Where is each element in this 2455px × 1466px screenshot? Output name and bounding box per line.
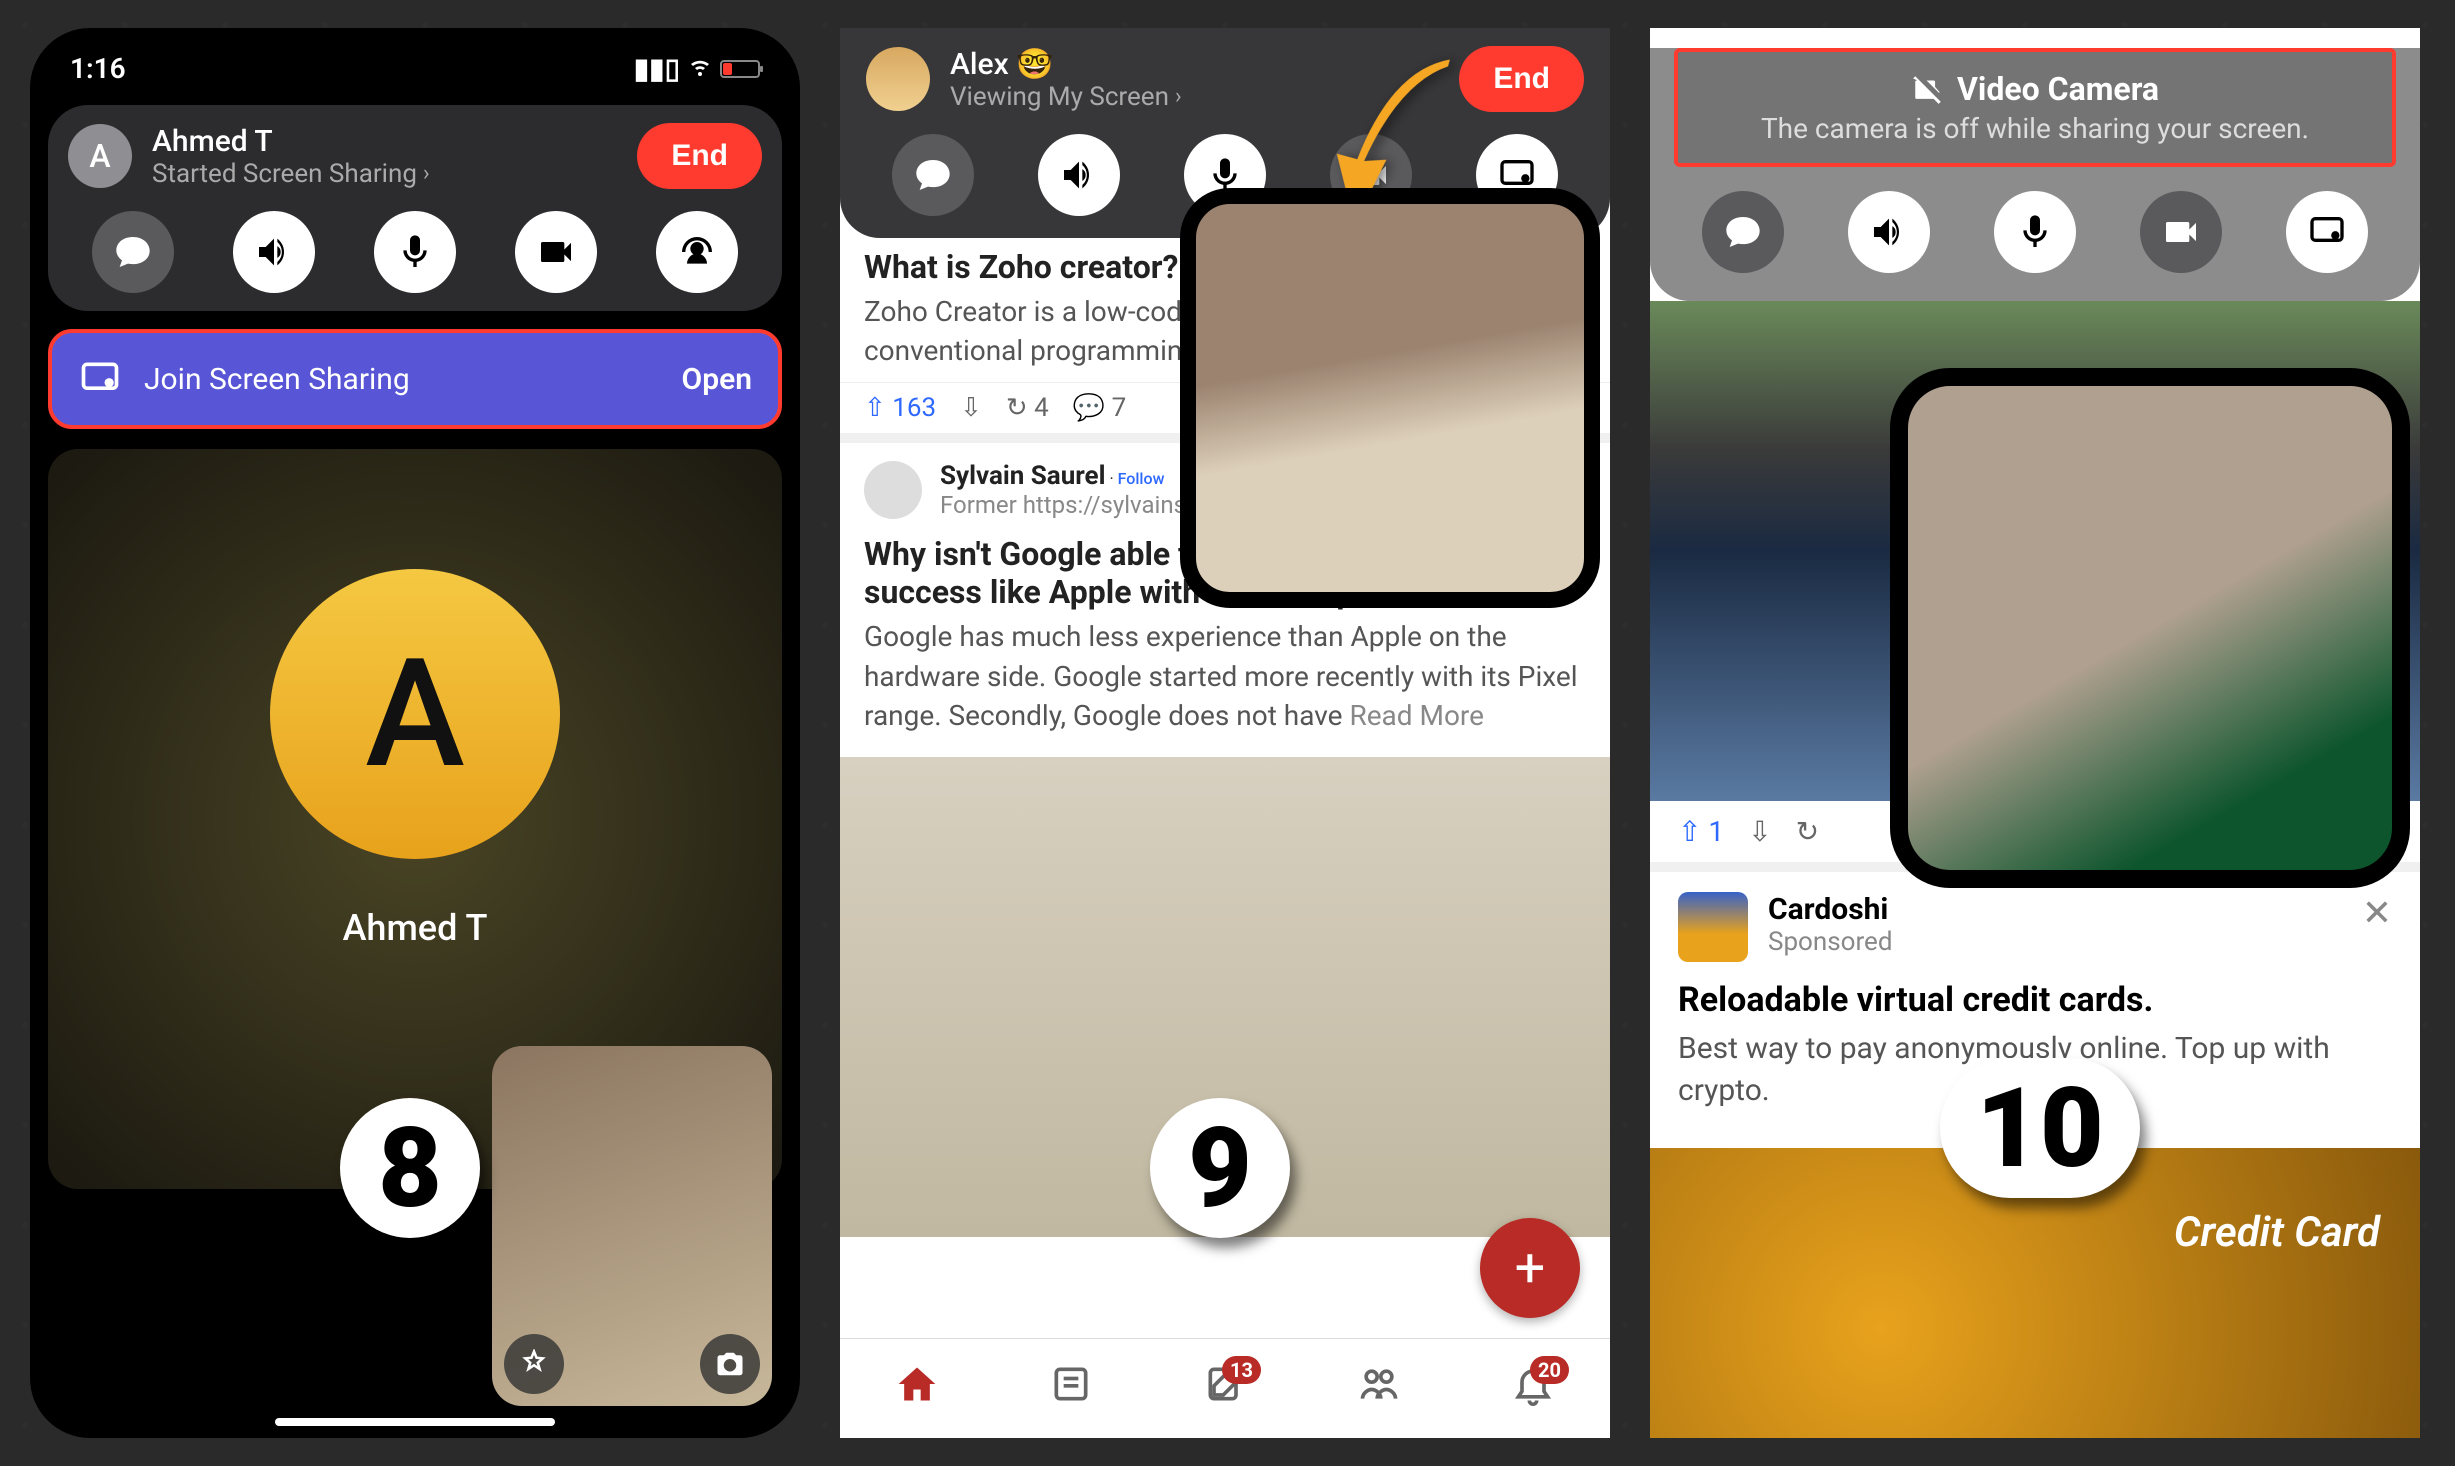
video-camera-toast: Video Camera The camera is off while sha… (1674, 48, 2396, 167)
tab-answer[interactable]: 13 (1203, 1362, 1247, 1416)
ad-card-text: Credit Card (2174, 1208, 2380, 1257)
clock: 1:16 (70, 52, 126, 85)
speaker-button[interactable] (233, 211, 315, 293)
compose-fab[interactable]: + (1480, 1218, 1580, 1318)
home-indicator[interactable] (275, 1418, 555, 1426)
ad-brand-name: Cardoshi (1768, 892, 1893, 927)
share-button[interactable]: ↻ 4 (1006, 393, 1049, 423)
tab-home[interactable] (895, 1362, 939, 1416)
read-more-link[interactable]: Read More (1349, 699, 1484, 732)
share-button[interactable]: ↻ (1796, 815, 1819, 848)
camera-off-icon (1911, 72, 1945, 106)
flip-camera-button[interactable] (700, 1334, 760, 1394)
chevron-right-icon: › (1175, 84, 1182, 109)
caller-avatar: A (68, 124, 132, 188)
self-view-pip[interactable] (492, 1046, 772, 1406)
tab-bar: 13 20 (840, 1338, 1610, 1438)
caller-avatar (866, 47, 930, 111)
self-view-pip[interactable] (1890, 368, 2410, 888)
caller-name: Ahmed T (152, 124, 617, 159)
effects-button[interactable] (504, 1334, 564, 1394)
speaker-button[interactable] (1038, 134, 1120, 216)
chevron-right-icon: › (423, 161, 430, 186)
participant-name: Ahmed T (48, 907, 782, 949)
camera-button[interactable] (2140, 191, 2222, 273)
author-avatar[interactable] (864, 461, 922, 519)
upvote-button[interactable]: ⇧ 1 (1678, 815, 1724, 848)
tab-spaces[interactable] (1357, 1362, 1401, 1416)
messages-button[interactable] (1702, 191, 1784, 273)
camera-button[interactable] (515, 211, 597, 293)
author-bio: Former https://sylvainsa… (940, 491, 1215, 519)
ad-brand-icon (1678, 892, 1748, 962)
call-banner: Video Camera The camera is off while sha… (1650, 48, 2420, 301)
close-ad-button[interactable]: ✕ (2362, 892, 2392, 934)
wifi-icon (688, 52, 712, 85)
participant-avatar: A (270, 569, 560, 859)
answer-badge: 13 (1222, 1356, 1261, 1384)
step-badge: 8 (340, 1098, 480, 1238)
toast-title: Video Camera (1957, 70, 2159, 108)
messages-button[interactable] (92, 211, 174, 293)
status-bar: 1:16 ▮▮▯ (30, 28, 800, 95)
comment-button[interactable]: 💬 7 (1073, 393, 1126, 423)
call-banner: A Ahmed T Started Screen Sharing› End (48, 105, 782, 311)
downvote-button[interactable]: ⇩ (1748, 815, 1771, 848)
speaker-button[interactable] (1848, 191, 1930, 273)
join-label: Join Screen Sharing (144, 362, 410, 397)
notif-badge: 20 (1530, 1356, 1569, 1384)
step-badge: 10 (1940, 1058, 2140, 1198)
step-badge: 9 (1150, 1098, 1290, 1238)
end-call-button[interactable]: End (637, 123, 762, 189)
screenshot-3: Video Camera The camera is off while sha… (1650, 28, 2420, 1438)
messages-button[interactable] (892, 134, 974, 216)
post-body: Google has much less experience than App… (840, 617, 1610, 747)
ad-sponsored-label: Sponsored (1768, 927, 1893, 957)
tab-following[interactable] (1049, 1362, 1093, 1416)
mute-button[interactable] (1994, 191, 2076, 273)
ad-headline: Reloadable virtual credit cards. (1678, 980, 2392, 1020)
author-name[interactable]: Sylvain Saurel (940, 461, 1105, 491)
caller-name: Alex 🤓 (950, 47, 1439, 82)
join-screen-sharing-banner[interactable]: Join Screen Sharing Open (48, 329, 782, 429)
mute-button[interactable] (374, 211, 456, 293)
downvote-button[interactable]: ⇩ (960, 393, 982, 423)
upvote-button[interactable]: ⇧ 163 (864, 393, 936, 423)
follow-link[interactable]: Follow (1118, 469, 1165, 488)
screen-share-button[interactable] (2286, 191, 2368, 273)
self-view-pip[interactable] (1180, 188, 1600, 608)
status-icons: ▮▮▯ (634, 52, 760, 85)
call-status[interactable]: Started Screen Sharing› (152, 159, 617, 189)
toast-subtitle: The camera is off while sharing your scr… (1708, 112, 2362, 145)
open-button[interactable]: Open (682, 362, 752, 397)
signal-icon: ▮▮▯ (634, 52, 680, 85)
screenshot-2: Alex 🤓 Viewing My Screen› End What is Zo… (840, 28, 1610, 1438)
screenshot-1: 1:16 ▮▮▯ A Ahmed T Started Screen Sharin… (30, 28, 800, 1438)
screen-share-icon (78, 357, 122, 401)
shareplay-button[interactable] (656, 211, 738, 293)
tab-notifications[interactable]: 20 (1511, 1362, 1555, 1416)
battery-icon (720, 60, 760, 78)
